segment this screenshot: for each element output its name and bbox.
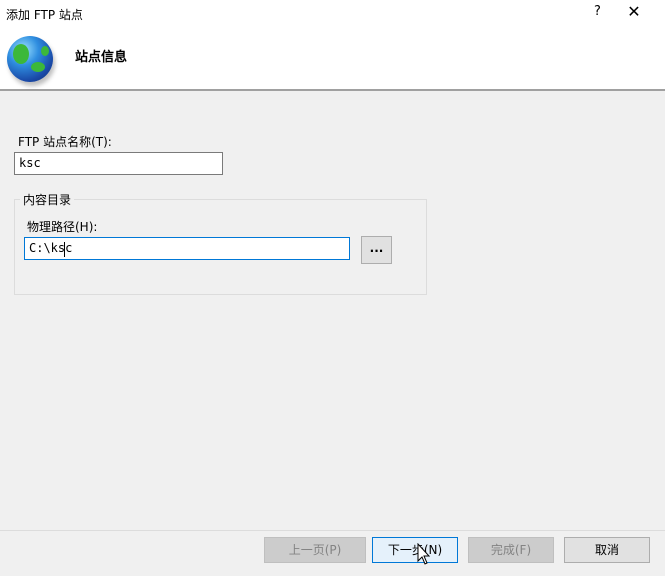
page-title: 站点信息 <box>75 50 128 65</box>
mouse-cursor-icon <box>417 543 431 565</box>
physical-path-input[interactable]: C:\ksc <box>24 237 350 260</box>
cancel-button[interactable]: 取消 <box>564 537 650 563</box>
window-title: 添加 FTP 站点 <box>6 8 83 22</box>
footer-divider <box>0 530 665 531</box>
title-bar: 添加 FTP 站点 ? ✕ <box>0 0 665 28</box>
site-name-label: FTP 站点名称(T): <box>18 135 112 149</box>
finish-button[interactable]: 完成(F) <box>468 537 554 563</box>
next-button[interactable]: 下一步(N) <box>372 537 458 563</box>
help-button[interactable]: ? <box>594 4 601 19</box>
physical-path-label: 物理路径(H): <box>27 220 98 234</box>
previous-button[interactable]: 上一页(P) <box>264 537 366 563</box>
globe-icon <box>7 36 53 82</box>
text-caret <box>64 242 65 257</box>
close-button[interactable]: ✕ <box>624 2 644 21</box>
wizard-header: 站点信息 <box>0 28 665 91</box>
site-name-input[interactable]: ksc <box>14 152 223 175</box>
content-directory-label: 内容目录 <box>20 191 75 208</box>
browse-button[interactable]: ... <box>361 236 392 264</box>
